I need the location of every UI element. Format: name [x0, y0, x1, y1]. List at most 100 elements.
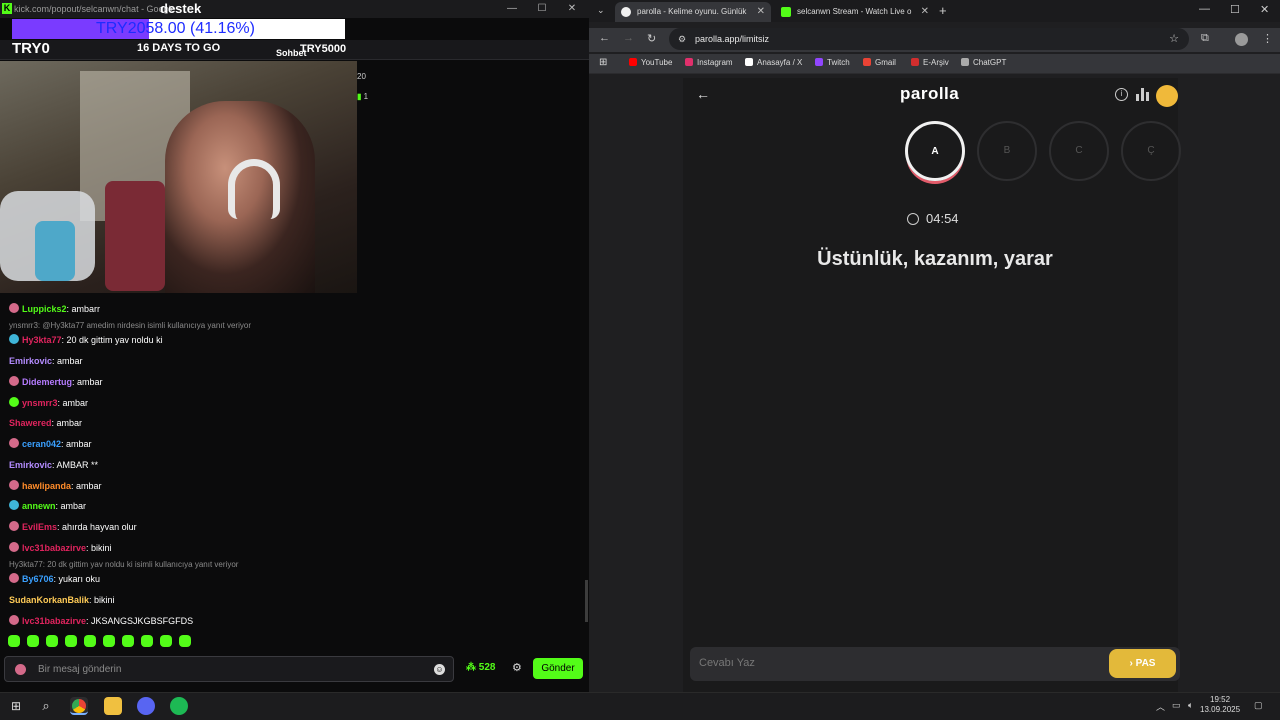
- bookmark-item[interactable]: E-Arşiv: [911, 58, 949, 67]
- chat-username[interactable]: SudanKorkanBalik: [9, 595, 89, 605]
- chat-username[interactable]: Hy3kta77: [22, 335, 62, 345]
- emote-icon[interactable]: [122, 635, 134, 647]
- minimize-button[interactable]: —: [497, 0, 527, 18]
- emote-icon[interactable]: [8, 635, 20, 647]
- file-explorer-icon[interactable]: [104, 697, 122, 715]
- site-info-icon[interactable]: ⚙: [678, 28, 686, 50]
- tab-kick-stream[interactable]: selcanwn Stream - Watch Live o ✕: [775, 2, 935, 22]
- emote-icon[interactable]: [27, 635, 39, 647]
- menu-kebab-icon[interactable]: ⋮: [1262, 32, 1273, 45]
- chat-username[interactable]: Emirkovic: [9, 356, 52, 366]
- letter-circle: A: [905, 121, 965, 181]
- chat-username[interactable]: ynsmrr3: [22, 398, 58, 408]
- apps-grid-icon[interactable]: ⊞: [599, 57, 607, 68]
- chat-message: Shawered: ambar: [9, 416, 82, 430]
- chat-username[interactable]: lvc31babazirve: [22, 616, 86, 626]
- webcam-overlay: [0, 61, 357, 293]
- parolla-logo: parolla: [900, 84, 960, 103]
- chrome-taskbar-icon[interactable]: [70, 697, 88, 715]
- chat-text: : bikini: [89, 595, 115, 605]
- emote-icon[interactable]: [160, 635, 172, 647]
- user-badge-icon: [9, 334, 19, 344]
- bookmark-item[interactable]: Anasayfa / X: [745, 58, 802, 67]
- chat-input-placeholder: Bir mesaj gönderin: [38, 664, 122, 675]
- chat-message: SudanKorkanBalik: bikini: [9, 593, 115, 607]
- chat-message: ceran042: ambar: [9, 437, 92, 451]
- emoji-picker-icon[interactable]: ☺: [434, 664, 445, 675]
- emote-bar: [8, 634, 198, 648]
- bookmark-item[interactable]: Instagram: [685, 58, 733, 67]
- user-badge-icon: [9, 573, 19, 583]
- reload-icon[interactable]: ↻: [647, 32, 656, 45]
- send-button[interactable]: Gönder: [533, 658, 583, 679]
- taskbar: [0, 692, 1280, 720]
- bookmark-item[interactable]: YouTube: [629, 58, 672, 67]
- forward-arrow-icon[interactable]: →: [623, 32, 634, 44]
- side-count-top: 20: [357, 72, 366, 81]
- chat-text: : ambar: [51, 418, 83, 428]
- close-button[interactable]: ✕: [1260, 3, 1269, 16]
- stats-icon[interactable]: [1136, 88, 1150, 101]
- chat-text: : ambar: [71, 481, 102, 491]
- chat-username[interactable]: annewn: [22, 501, 56, 511]
- chat-username[interactable]: hawlipanda: [22, 481, 71, 491]
- chat-username[interactable]: lvc31babazirve: [22, 543, 86, 553]
- chat-username[interactable]: ceran042: [22, 439, 61, 449]
- network-icon[interactable]: ▭: [1172, 700, 1181, 711]
- user-avatar[interactable]: [1156, 85, 1178, 107]
- maximize-button[interactable]: ☐: [1230, 3, 1240, 16]
- close-button[interactable]: ✕: [557, 0, 587, 18]
- profile-avatar[interactable]: [1235, 33, 1248, 46]
- kick-logo-icon: K: [2, 3, 12, 14]
- user-badge-icon: [9, 500, 19, 510]
- address-bar[interactable]: ⚙ parolla.app/limitsiz ☆: [669, 28, 1189, 50]
- spotify-icon[interactable]: [170, 697, 188, 715]
- tab-close-icon[interactable]: ✕: [921, 2, 929, 22]
- system-clock[interactable]: 19:52 13.09.2025: [1200, 695, 1240, 715]
- tray-chevron-icon[interactable]: ︿: [1156, 700, 1165, 713]
- emote-icon[interactable]: [103, 635, 115, 647]
- volume-icon[interactable]: 🔈︎: [1188, 700, 1193, 711]
- chat-message: Luppicks2: ambarr: [9, 302, 100, 316]
- channel-points[interactable]: ⁂ 528: [466, 662, 495, 673]
- minimize-button[interactable]: —: [1199, 3, 1210, 15]
- emote-icon[interactable]: [65, 635, 77, 647]
- user-badge-icon: [9, 438, 19, 448]
- start-windows-icon[interactable]: ⊞: [7, 697, 25, 715]
- search-icon[interactable]: ⌕: [37, 697, 55, 715]
- tab-search-chevron-icon[interactable]: ⌄: [597, 5, 605, 16]
- tab-parolla[interactable]: parolla - Kelime oyunu. Günlük ✕: [615, 2, 771, 22]
- emote-icon[interactable]: [141, 635, 153, 647]
- chat-message-input[interactable]: Bir mesaj gönderin ☺: [4, 656, 454, 682]
- pass-button[interactable]: › PAS: [1109, 649, 1176, 678]
- chat-username[interactable]: EvilEms: [22, 522, 57, 532]
- back-arrow-icon[interactable]: ←: [599, 32, 610, 44]
- emote-icon[interactable]: [179, 635, 191, 647]
- bookmark-item[interactable]: ChatGPT: [961, 58, 1006, 67]
- extensions-icon[interactable]: ⧉: [1201, 32, 1209, 45]
- tab-close-icon[interactable]: ✕: [757, 2, 765, 22]
- emote-icon[interactable]: [84, 635, 96, 647]
- discord-icon[interactable]: [137, 697, 155, 715]
- emote-icon[interactable]: [46, 635, 58, 647]
- chat-username[interactable]: By6706: [22, 574, 54, 584]
- new-tab-plus-icon[interactable]: +: [939, 3, 947, 18]
- bookmark-item[interactable]: Twitch: [815, 58, 850, 67]
- info-icon[interactable]: i: [1115, 88, 1128, 101]
- bookmark-favicon-icon: [961, 58, 969, 66]
- chat-username[interactable]: Luppicks2: [22, 304, 67, 314]
- letter-circle: B: [977, 121, 1037, 181]
- bookmark-star-icon[interactable]: ☆: [1169, 28, 1179, 50]
- chat-username[interactable]: Emirkovic: [9, 460, 52, 470]
- bookmark-label: E-Arşiv: [923, 58, 949, 67]
- chat-username[interactable]: Shawered: [9, 418, 52, 428]
- chat-username[interactable]: Didemertug: [22, 377, 72, 387]
- chat-scrollbar[interactable]: [585, 580, 588, 622]
- answer-input[interactable]: Cevabı Yaz: [690, 647, 1180, 681]
- chat-settings-gear-icon[interactable]: ⚙: [512, 661, 522, 674]
- notifications-icon[interactable]: ▢: [1254, 700, 1263, 711]
- letter-circle: C: [1049, 121, 1109, 181]
- maximize-button[interactable]: ☐: [527, 0, 557, 18]
- back-arrow-icon[interactable]: ←: [696, 86, 710, 102]
- bookmark-item[interactable]: Gmail: [863, 58, 896, 67]
